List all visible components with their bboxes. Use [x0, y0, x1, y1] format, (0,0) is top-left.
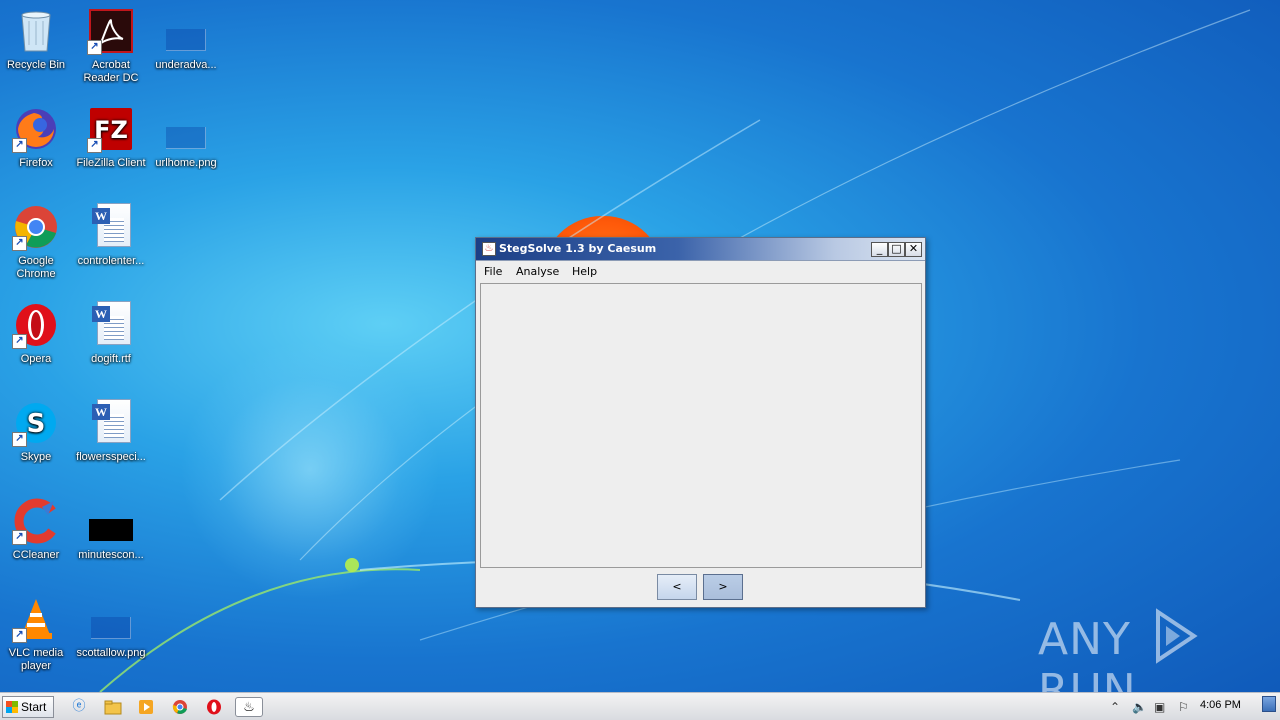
desktop-icon-skype[interactable]: S ↗ Skype: [0, 399, 75, 464]
shortcut-arrow-icon: ↗: [87, 40, 102, 55]
word-doc-icon: W: [87, 399, 135, 447]
desktop-icon-ccleaner[interactable]: ↗ CCleaner: [0, 497, 75, 562]
shortcut-arrow-icon: ↗: [12, 628, 27, 643]
java-app-icon[interactable]: ♨: [235, 697, 263, 717]
volume-icon[interactable]: 🔈: [1132, 697, 1147, 717]
desktop-icon-label: VLC media player: [8, 647, 64, 672]
desktop-icon-label: Skype: [20, 451, 52, 463]
start-button[interactable]: Start: [2, 696, 54, 718]
desktop-icon-label: Opera: [20, 353, 52, 365]
acrobat-icon: ↗: [87, 7, 135, 55]
desktop-icon-minutescon[interactable]: minutescon...: [72, 497, 150, 562]
blank-file-icon: [162, 7, 210, 55]
show-hidden-icons-icon[interactable]: ⌃: [1110, 697, 1120, 717]
show-desktop-button[interactable]: [1262, 696, 1276, 712]
desktop-icon-urlhome[interactable]: urlhome.png: [147, 105, 225, 170]
desktop-icon-label: minutescon...: [78, 549, 144, 561]
desktop-icon-acrobat[interactable]: ↗ Acrobat Reader DC: [72, 7, 150, 85]
desktop-icon-recycle-bin[interactable]: Recycle Bin: [0, 7, 75, 72]
chrome-icon[interactable]: [169, 697, 191, 717]
desktop-icon-scottallow[interactable]: scottallow.png: [72, 595, 150, 660]
explorer-icon[interactable]: [102, 697, 124, 717]
desktop-icon-vlc[interactable]: ↗ VLC media player: [0, 595, 75, 673]
svg-text:S: S: [27, 409, 46, 439]
menu-analyse[interactable]: Analyse: [516, 265, 559, 278]
java-app-icon: ♨: [482, 242, 496, 256]
prev-button[interactable]: <: [657, 574, 697, 600]
png-file-icon: [162, 105, 210, 153]
filezilla-icon: FZ ↗: [87, 105, 135, 153]
desktop-icon-flowersspeci[interactable]: W flowersspeci...: [72, 399, 150, 464]
desktop-icon-label: Recycle Bin: [6, 59, 66, 71]
word-doc-icon: W: [87, 301, 135, 349]
shortcut-arrow-icon: ↗: [12, 432, 27, 447]
close-button[interactable]: ✕: [905, 242, 922, 257]
opera-icon: ↗: [12, 301, 60, 349]
desktop-icon-chrome[interactable]: ↗ Google Chrome: [0, 203, 75, 281]
black-file-icon: [87, 497, 135, 545]
desktop-icon-firefox[interactable]: ↗ Firefox: [0, 105, 75, 170]
desktop-icon-label: CCleaner: [12, 549, 60, 561]
word-doc-icon: W: [87, 203, 135, 251]
shortcut-arrow-icon: ↗: [87, 138, 102, 153]
desktop-icon-underadva[interactable]: underadva...: [147, 7, 225, 72]
desktop-icon-label: Acrobat Reader DC: [83, 59, 139, 84]
desktop-icon-filezilla[interactable]: FZ ↗ FileZilla Client: [72, 105, 150, 170]
png-file-icon: [87, 595, 135, 643]
menu-help[interactable]: Help: [572, 265, 597, 278]
taskbar: Start ⓔ ♨ ⌃ 🔈 ▣ ⚐ 4:06 PM: [0, 692, 1280, 720]
action-center-flag-icon[interactable]: ⚐: [1178, 697, 1189, 717]
desktop-icon-label: Firefox: [19, 157, 53, 169]
chrome-icon: ↗: [12, 203, 60, 251]
play-logo-icon: [1155, 608, 1198, 664]
windows-logo-icon: [6, 701, 18, 713]
maximize-button[interactable]: □: [888, 242, 905, 257]
next-button[interactable]: >: [703, 574, 743, 600]
minimize-button[interactable]: _: [871, 242, 888, 257]
desktop-icon-label: dogift.rtf: [91, 353, 131, 365]
stegsolve-window[interactable]: ♨ StegSolve 1.3 by Caesum _ □ ✕ File Ana…: [475, 237, 926, 608]
ccleaner-icon: ↗: [12, 497, 60, 545]
desktop-icon-label: Google Chrome: [16, 255, 56, 280]
opera-icon[interactable]: [203, 697, 225, 717]
shortcut-arrow-icon: ↗: [12, 236, 27, 251]
media-player-icon[interactable]: [135, 697, 157, 717]
shortcut-arrow-icon: ↗: [12, 530, 27, 545]
desktop-icon-label: FileZilla Client: [76, 157, 146, 169]
shortcut-arrow-icon: ↗: [12, 138, 27, 153]
skype-icon: S ↗: [12, 399, 60, 447]
recycle-bin-icon: [12, 7, 60, 55]
start-label: Start: [21, 700, 47, 714]
desktop-icon-label: flowersspeci...: [76, 451, 146, 463]
watermark-text-left: ANY: [1038, 614, 1131, 665]
shortcut-arrow-icon: ↗: [12, 334, 27, 349]
menu-file[interactable]: File: [484, 265, 502, 278]
desktop-icon-label: underadva...: [155, 59, 217, 71]
desktop-icon-label: scottallow.png: [76, 647, 146, 659]
vlc-icon: ↗: [12, 595, 60, 643]
ie-icon[interactable]: ⓔ: [68, 697, 90, 717]
desktop-icon-controlenter[interactable]: W controlenter...: [72, 203, 150, 268]
window-titlebar[interactable]: ♨ StegSolve 1.3 by Caesum _ □ ✕: [476, 238, 925, 261]
network-icon[interactable]: ▣: [1154, 697, 1165, 717]
desktop-icon-label: controlenter...: [77, 255, 145, 267]
window-title: StegSolve 1.3 by Caesum: [499, 242, 657, 255]
desktop-icon-opera[interactable]: ↗ Opera: [0, 301, 75, 366]
image-display-area: [480, 283, 922, 568]
clock[interactable]: 4:06 PM: [1200, 699, 1241, 711]
desktop-icon-dogift[interactable]: W dogift.rtf: [72, 301, 150, 366]
firefox-icon: ↗: [12, 105, 60, 153]
menu-bar: File Analyse Help: [476, 261, 925, 283]
desktop-icon-label: urlhome.png: [155, 157, 217, 169]
